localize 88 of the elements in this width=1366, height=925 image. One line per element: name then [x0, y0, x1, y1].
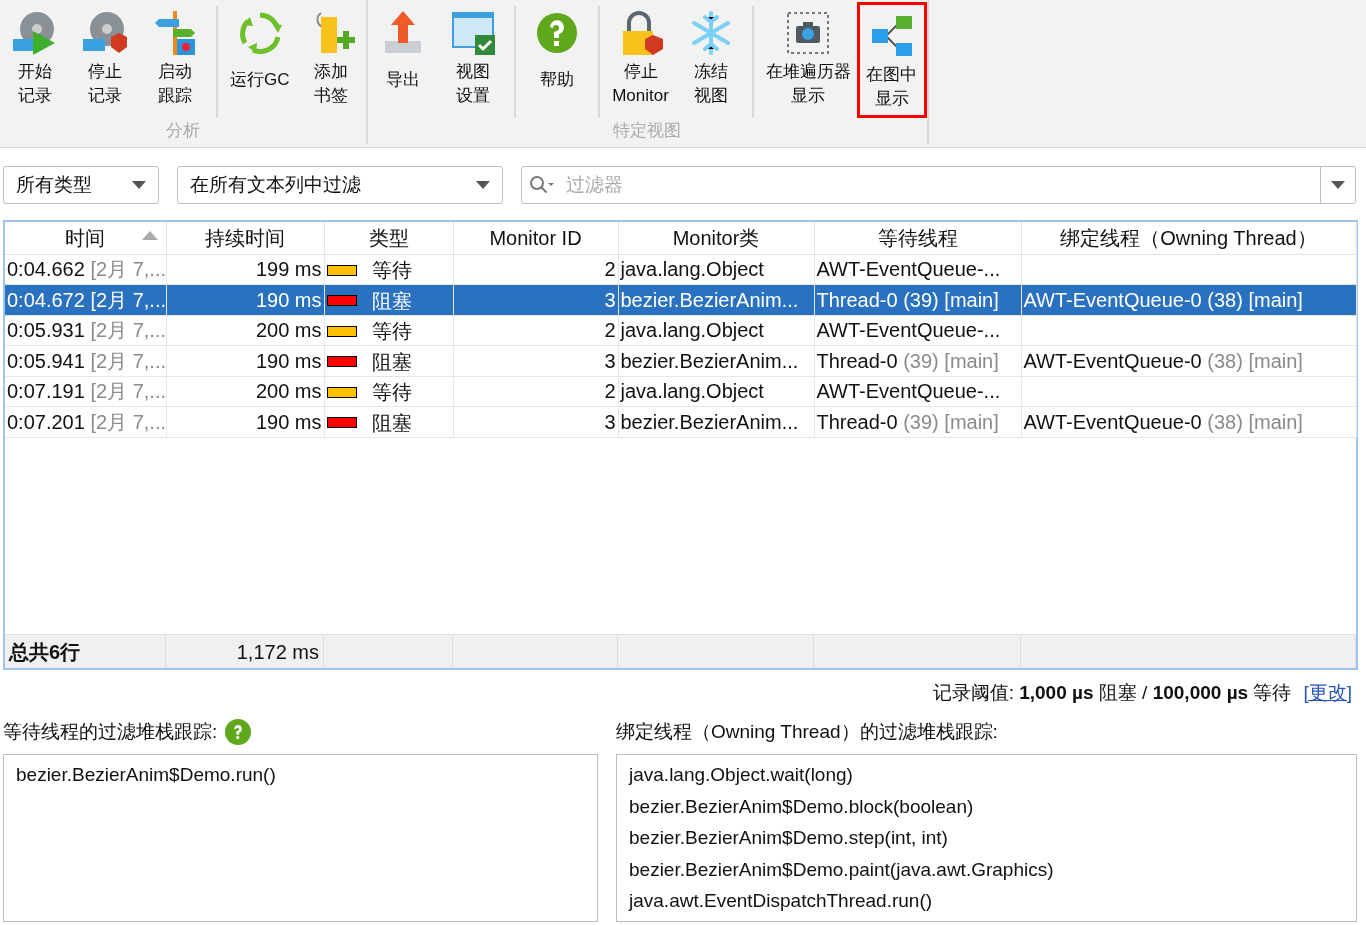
table-cell: 0:05.931 [2月 7,...: [5, 315, 166, 346]
table-cell: java.lang.Object: [618, 254, 814, 285]
camera-icon: [784, 9, 832, 57]
toolbar-button[interactable]: 帮助: [521, 6, 592, 118]
toolbar-button[interactable]: 停止 Monitor: [605, 6, 676, 118]
column-header[interactable]: Monitor ID: [453, 222, 618, 254]
toolbar-button[interactable]: 停止 记录: [70, 6, 140, 118]
table-cell: AWT-EventQueue-...: [814, 254, 1021, 285]
threshold-text: 记录阈值: 1,000 µs 阻塞 / 100,000 µs 等待: [932, 680, 1292, 705]
table-cell: 2: [453, 254, 618, 285]
caret-icon: [476, 181, 490, 189]
table-cell: bezier.BezierAnim...: [618, 406, 814, 437]
table-cell: AWT-EventQueue-0 (38) [main]: [1021, 406, 1356, 437]
group-label: 特定视图: [612, 120, 682, 142]
table-cell: 199 ms: [166, 254, 324, 285]
stack-frame[interactable]: bezier.BezierAnim$Demo.block(boolean): [629, 790, 974, 822]
table-cell: bezier.BezierAnim...: [618, 345, 814, 376]
table-cell: java.lang.Object: [618, 376, 814, 407]
table-cell: 0:07.191 [2月 7,...: [5, 376, 166, 407]
sort-arrow-icon: [141, 231, 158, 240]
total-duration: 1,172 ms: [236, 639, 319, 665]
group-label: 分析: [164, 120, 201, 142]
table-row[interactable]: 0:04.672 [2月 7,... 190 ms 阻塞 3 bezier.BezierAnim... Thread-0 (39) [main] AWT-EventQueue-0 (38) [main]: [5, 284, 1356, 315]
table-cell: 190 ms: [166, 406, 324, 437]
table-row[interactable]: 0:04.662 [2月 7,... 199 ms 等待 2 java.lang.Object AWT-EventQueue-...: [5, 254, 1356, 285]
table-row[interactable]: 0:05.941 [2月 7,... 190 ms 阻塞 3 bezier.BezierAnim... Thread-0 (39) [main] AWT-EventQueue-0 (38) [main]: [5, 345, 1356, 376]
toolbar-button[interactable]: 导出: [367, 6, 438, 118]
table-row[interactable]: 0:07.191 [2月 7,... 200 ms 等待 2 java.lang.Object AWT-EventQueue-...: [5, 376, 1356, 407]
column-filter-dropdown[interactable]: 在所有文本列中过滤: [177, 166, 503, 204]
stack-trace-title: 绑定线程（Owning Thread）的过滤堆栈跟踪:: [616, 719, 998, 744]
column-header[interactable]: Monitor类: [618, 222, 814, 254]
column-header[interactable]: 等待线程: [814, 222, 1021, 254]
change-link[interactable]: [更改]: [1303, 678, 1352, 708]
table-cell: 190 ms: [166, 284, 324, 315]
stack-trace-title: 等待线程的过滤堆栈跟踪:: [3, 719, 218, 744]
filter-search-field[interactable]: 过滤器: [521, 166, 1356, 204]
table-cell: 0:04.662 [2月 7,...: [5, 254, 166, 285]
search-icon: [529, 175, 555, 195]
table-cell: bezier.BezierAnim...: [618, 284, 814, 315]
toolbar-button[interactable]: 运行GC: [224, 6, 296, 118]
column-header[interactable]: 时间: [5, 222, 166, 254]
caret-icon: [1331, 181, 1345, 189]
table-cell: 190 ms: [166, 345, 324, 376]
table-cell: 3: [453, 345, 618, 376]
column-header[interactable]: 持续时间: [166, 222, 324, 254]
stack-frame[interactable]: java.lang.Object.wait(long): [629, 759, 853, 791]
caret-icon: [132, 181, 146, 189]
table-cell: 3: [453, 284, 618, 315]
stack-frame[interactable]: bezier.BezierAnim$Demo.paint(java.awt.Graphics): [629, 853, 1054, 885]
table-cell: 等待: [324, 376, 453, 407]
toolbar-button[interactable]: 视图 设置: [437, 6, 508, 118]
table-cell: 2: [453, 315, 618, 346]
table-cell: Thread-0 (39) [main]: [814, 284, 1021, 315]
table-cell: 3: [453, 406, 618, 437]
table-cell: java.lang.Object: [618, 315, 814, 346]
table-cell: AWT-EventQueue-0 (38) [main]: [1021, 345, 1356, 376]
table-cell: AWT-EventQueue-...: [814, 315, 1021, 346]
column-header[interactable]: 类型: [324, 222, 453, 254]
stack-frame[interactable]: bezier.BezierAnim$Demo.step(int, int): [629, 822, 948, 854]
table-cell: 等待: [324, 254, 453, 285]
table-cell: AWT-EventQueue-...: [814, 376, 1021, 407]
table-cell: 等待: [324, 315, 453, 346]
table-cell: 200 ms: [166, 315, 324, 346]
type-dropdown[interactable]: 所有类型: [3, 166, 159, 204]
table-cell: 阻塞: [324, 284, 453, 315]
toolbar-button[interactable]: 启动 跟踪: [140, 6, 210, 118]
toolbar-button[interactable]: 添加 书签: [295, 6, 366, 118]
table-row[interactable]: 0:05.931 [2月 7,... 200 ms 等待 2 java.lang.Object AWT-EventQueue-...: [5, 315, 1356, 346]
stack-frame[interactable]: bezier.BezierAnim$Demo.run(): [16, 759, 276, 790]
toolbar-button[interactable]: 在图中 显示: [856, 2, 927, 118]
stack-frame[interactable]: java.awt.EventDispatchThread.run(): [629, 885, 933, 917]
total-rows-label: 总共6行: [9, 639, 81, 665]
table-cell: 0:05.941 [2月 7,...: [5, 345, 166, 376]
toolbar-button[interactable]: 开始 记录: [0, 6, 70, 118]
table-cell: 200 ms: [166, 376, 324, 407]
table-cell: 阻塞: [324, 345, 453, 376]
table-cell: AWT-EventQueue-0 (38) [main]: [1021, 284, 1356, 315]
table-cell: 0:04.672 [2月 7,...: [5, 284, 166, 315]
table-row[interactable]: 0:07.201 [2月 7,... 190 ms 阻塞 3 bezier.BezierAnim... Thread-0 (39) [main] AWT-EventQueue-0 (38) [main]: [5, 406, 1356, 437]
table-cell: 0:07.201 [2月 7,...: [5, 406, 166, 437]
toolbar-button[interactable]: 在堆遍历器 显示: [759, 6, 857, 118]
toolbar-button[interactable]: 冻结 视图: [675, 6, 746, 118]
table-cell: 阻塞: [324, 406, 453, 437]
table-cell: 2: [453, 376, 618, 407]
help-icon[interactable]: [225, 719, 252, 745]
column-header[interactable]: 绑定线程（Owning Thread）: [1021, 222, 1356, 254]
table-cell: Thread-0 (39) [main]: [814, 406, 1021, 437]
table-cell: Thread-0 (39) [main]: [814, 345, 1021, 376]
